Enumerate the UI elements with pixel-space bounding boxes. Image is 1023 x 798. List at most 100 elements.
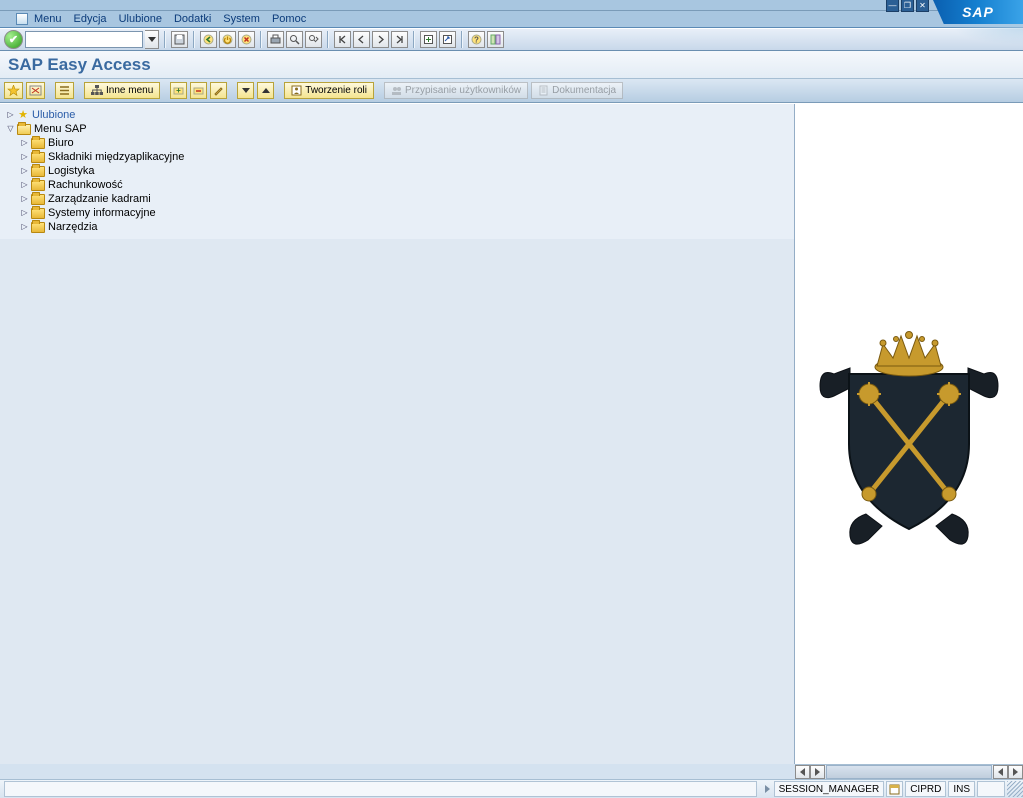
change-favorites-button[interactable] (210, 82, 227, 99)
menu-system[interactable]: System (223, 13, 260, 25)
other-menu-label: Inne menu (106, 85, 153, 96)
tree-label: Systemy informacyjne (48, 206, 156, 220)
tree-label: Menu SAP (34, 122, 87, 136)
tree-item[interactable]: ▷ Logistyka (6, 164, 794, 178)
image-pane-scrollbar[interactable] (795, 764, 1023, 779)
close-icon[interactable]: ✕ (916, 0, 929, 12)
standard-toolbar: ✔ ? (0, 28, 1023, 51)
folder-icon (31, 166, 45, 177)
menu-pomoc[interactable]: Pomoc (272, 13, 306, 25)
print-button[interactable] (267, 31, 284, 48)
menu-dodatki[interactable]: Dodatki (174, 13, 211, 25)
find-next-button[interactable] (305, 31, 322, 48)
status-expand-icon[interactable] (765, 785, 770, 793)
command-field-dropdown[interactable] (145, 30, 159, 49)
window-controls: — ❐ ✕ (886, 0, 929, 12)
tree-label: Rachunkowość (48, 178, 123, 192)
create-session-button[interactable] (420, 31, 437, 48)
svg-text:+: + (176, 86, 181, 95)
cancel-button[interactable] (238, 31, 255, 48)
tree-item[interactable]: ▷ Rachunkowość (6, 178, 794, 192)
folder-icon (31, 208, 45, 219)
collapse-icon[interactable]: ▷ (20, 223, 29, 232)
collapse-icon[interactable]: ▷ (20, 181, 29, 190)
tree-item[interactable]: ▷Narzędzia (6, 220, 794, 234)
tree-item[interactable]: ▷ Zarządzanie kadrami (6, 192, 794, 206)
tree-label: Ulubione (32, 108, 75, 122)
generate-shortcut-button[interactable] (439, 31, 456, 48)
tree-item[interactable]: ▷Biuro (6, 136, 794, 150)
menu-menu[interactable]: Menu (34, 13, 62, 25)
status-insert-mode: INS (948, 781, 975, 797)
star-icon: ★ (17, 109, 29, 121)
scroll-track[interactable] (826, 765, 992, 779)
users-icon (391, 85, 402, 96)
image-pane (795, 104, 1023, 764)
favorite-add-button[interactable] (4, 82, 23, 99)
tree-favorites[interactable]: ▷ ★ Ulubione (6, 108, 794, 122)
collapse-icon[interactable]: ▷ (20, 167, 29, 176)
maximize-icon[interactable]: ❐ (901, 0, 914, 12)
move-down-button[interactable] (237, 82, 254, 99)
other-menu-button[interactable]: Inne menu (84, 82, 160, 99)
folder-open-icon (17, 124, 31, 135)
folder-icon (31, 152, 45, 163)
system-menu-icon[interactable] (16, 13, 28, 25)
back-button[interactable] (200, 31, 217, 48)
role-icon (291, 85, 302, 96)
find-button[interactable] (286, 31, 303, 48)
last-page-button[interactable] (391, 31, 408, 48)
favorite-delete-button[interactable] (26, 82, 45, 99)
svg-text:?: ? (474, 36, 479, 45)
scroll-right-button[interactable] (810, 765, 825, 779)
help-button[interactable]: ? (468, 31, 485, 48)
add-to-favorites-button[interactable]: + (170, 82, 187, 99)
status-transaction: SESSION_MANAGER (774, 781, 885, 797)
command-field[interactable] (25, 31, 143, 48)
folder-icon (31, 222, 45, 233)
collapse-icon[interactable]: ▷ (6, 111, 15, 120)
assign-users-label: Przypisanie użytkowników (405, 85, 521, 96)
menu-ulubione[interactable]: Ulubione (119, 13, 162, 25)
scroll-right2-button[interactable] (1008, 765, 1023, 779)
status-system: CIPRD (905, 781, 946, 797)
scroll-left-button[interactable] (795, 765, 810, 779)
next-page-button[interactable] (372, 31, 389, 48)
exit-button[interactable] (219, 31, 236, 48)
enter-button[interactable]: ✔ (4, 30, 23, 49)
tree-item[interactable]: ▷ Systemy informacyjne (6, 206, 794, 220)
screen-header: SAP Easy Access (0, 51, 1023, 79)
collapse-icon[interactable]: ▷ (20, 195, 29, 204)
collapse-icon[interactable]: ▷ (20, 153, 29, 162)
prev-page-button[interactable] (353, 31, 370, 48)
tree-label: Logistyka (48, 164, 94, 178)
doc-icon (538, 85, 549, 96)
menu-edycja[interactable]: Edycja (74, 13, 107, 25)
status-empty-cell (977, 781, 1005, 797)
customize-layout-button[interactable] (487, 31, 504, 48)
resize-grip[interactable] (1007, 781, 1023, 797)
page-title: SAP Easy Access (8, 55, 151, 75)
create-role-button[interactable]: Tworzenie roli (284, 82, 374, 99)
expand-favorites-button[interactable] (55, 82, 74, 99)
tree-item[interactable]: ▷ Składniki międzyaplikacyjne (6, 150, 794, 164)
sitemap-icon (91, 85, 103, 96)
minimize-icon[interactable]: — (886, 0, 899, 12)
first-page-button[interactable] (334, 31, 351, 48)
delete-favorites-button[interactable] (190, 82, 207, 99)
collapse-icon[interactable]: ▷ (20, 139, 29, 148)
tree-root-sap-menu[interactable]: ▽ Menu SAP (6, 122, 794, 136)
save-button[interactable] (171, 31, 188, 48)
tree-label: Zarządzanie kadrami (48, 192, 151, 206)
navigation-tree[interactable]: ▷ ★ Ulubione ▽ Menu SAP ▷Biuro ▷ Składnik… (0, 104, 794, 234)
expand-icon[interactable]: ▽ (6, 125, 15, 134)
move-up-button[interactable] (257, 82, 274, 99)
navigation-tree-pane: ▷ ★ Ulubione ▽ Menu SAP ▷Biuro ▷ Składnik… (0, 104, 795, 764)
collapse-icon[interactable]: ▷ (20, 209, 29, 218)
status-session-icon[interactable] (886, 781, 903, 797)
coat-of-arms-image (814, 319, 1004, 549)
tree-label: Składniki międzyaplikacyjne (48, 150, 184, 164)
documentation-button: Dokumentacja (531, 82, 623, 99)
assign-users-button: Przypisanie użytkowników (384, 82, 528, 99)
scroll-left2-button[interactable] (993, 765, 1008, 779)
